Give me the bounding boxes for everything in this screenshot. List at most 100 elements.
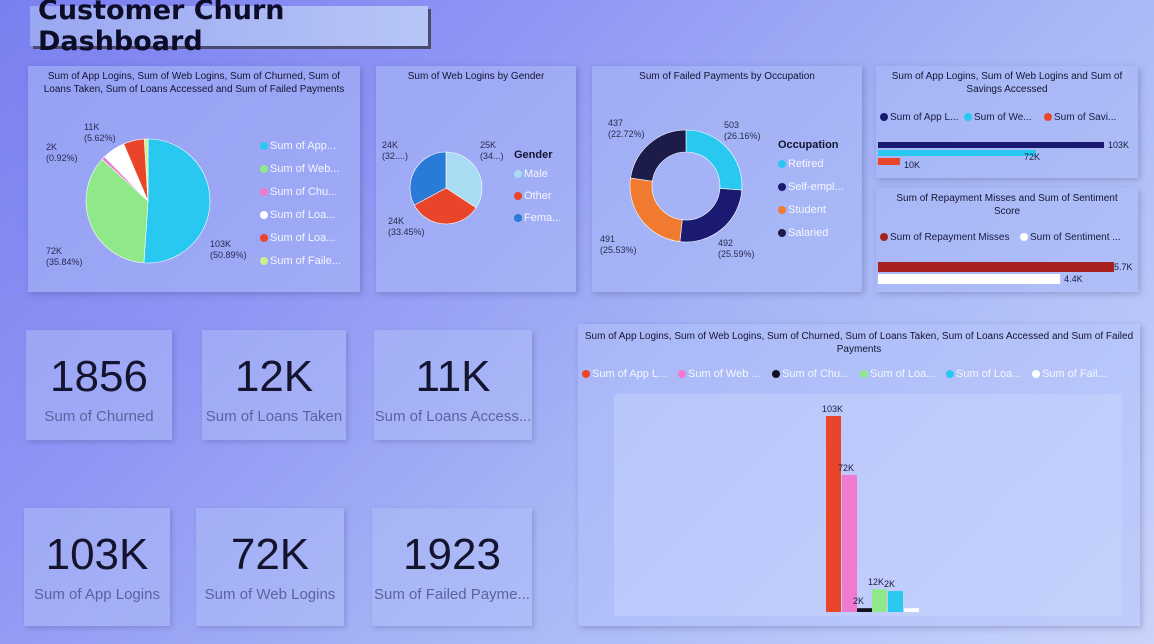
legend-label: Sum of App L...: [890, 112, 959, 123]
pie-label-loans-taken: 11K (5.62%): [84, 122, 116, 143]
kpi-value-churned: 1856: [50, 352, 148, 401]
legend-label: Sum of Chu...: [270, 186, 338, 198]
gender-pie-card[interactable]: Sum of Web Logins by Gender 24K (32....) …: [376, 66, 576, 292]
gender-label-male: 25K (34...): [480, 140, 504, 161]
savings-legend-item[interactable]: Sum of Savi...: [1044, 112, 1116, 123]
pie-label-app: 103K (50.89%): [210, 239, 247, 260]
gender-legend-item[interactable]: Male: [514, 168, 548, 180]
occupation-legend-title: Occupation: [778, 139, 839, 151]
pie-legend-item[interactable]: Sum of Chu...: [260, 186, 337, 198]
occ-label-self: 492 (25.59%): [718, 238, 755, 259]
kpi-value-loans-accessed: 11K: [415, 352, 491, 401]
repayment-card-title: Sum of Repayment Misses and Sum of Senti…: [896, 193, 1118, 217]
repayment-bar[interactable]: [878, 274, 1061, 284]
legend-dot: [880, 113, 888, 122]
legend-label: Retired: [788, 158, 824, 170]
kpi-card-churned[interactable]: 1856 Sum of Churned: [26, 330, 172, 440]
pie-chart[interactable]: [78, 136, 218, 266]
pie-legend-item[interactable]: Sum of Loa...: [260, 232, 335, 244]
savings-bar[interactable]: [878, 158, 900, 165]
kpi-card-loans-taken[interactable]: 12K Sum of Loans Taken: [202, 330, 346, 440]
legend-dot: [880, 233, 888, 242]
bar[interactable]: [826, 416, 841, 612]
repayment-bar-label: 5.7K: [1114, 262, 1133, 272]
legend-dot: [1044, 113, 1052, 122]
bar-data-label: 72K: [838, 463, 854, 473]
repayment-bar-card[interactable]: Sum of Repayment Misses and Sum of Senti…: [876, 188, 1138, 292]
bar-data-label: 2K: [853, 596, 864, 606]
legend-label: Salaried: [788, 227, 829, 239]
bar[interactable]: [904, 608, 919, 612]
occ-label-retired: 503 (26.16%): [724, 120, 761, 141]
legend-label: Sum of Savi...: [1054, 112, 1117, 123]
savings-bar-label: 10K: [904, 160, 920, 170]
occupation-card-title: Sum of Failed Payments by Occupation: [639, 71, 815, 82]
occ-label-student: 491 (25.53%): [600, 234, 637, 255]
pie-card-app-web[interactable]: Sum of App Logins, Sum of Web Logins, Su…: [28, 66, 360, 292]
legend-label: Sum of Loa...: [270, 209, 336, 221]
gender-legend-item[interactable]: Other: [514, 190, 552, 202]
savings-bar-label: 103K: [1108, 140, 1129, 150]
legend-label: Sum of We...: [974, 112, 1032, 123]
bar[interactable]: [888, 591, 903, 612]
savings-card-title: Sum of App Logins, Sum of Web Logins and…: [891, 71, 1123, 95]
occupation-legend-item[interactable]: Salaried: [778, 227, 828, 239]
occupation-legend-item[interactable]: Retired: [778, 158, 823, 170]
occupation-legend-item[interactable]: Self-empl...: [778, 181, 844, 193]
pie-legend-item[interactable]: Sum of Loa...: [260, 209, 335, 221]
slice-self-employed[interactable]: [679, 188, 743, 243]
legend-label: Sum of Loa...: [270, 232, 336, 244]
savings-legend-item[interactable]: Sum of We...: [964, 112, 1032, 123]
pie-legend-item[interactable]: Sum of Faile...: [260, 255, 341, 267]
legend-dot: [260, 165, 268, 174]
kpi-card-failed-payments[interactable]: 1923 Sum of Failed Payme...: [372, 508, 532, 626]
kpi-label-loans-accessed: Sum of Loans Access...: [374, 408, 532, 425]
slice-student[interactable]: [629, 177, 683, 242]
legend-dot: [964, 113, 972, 122]
occupation-donut-chart[interactable]: [628, 128, 744, 244]
bar[interactable]: [857, 608, 872, 612]
legend-label: Sum of App...: [270, 140, 337, 152]
legend-dot: [260, 257, 268, 266]
repayment-legend-item[interactable]: Sum of Repayment Misses: [880, 232, 1010, 243]
repayment-bar-chart[interactable]: 5.7K 4.4K: [876, 258, 1138, 288]
legend-dot: [260, 188, 268, 197]
kpi-label-app-logins: Sum of App Logins: [34, 586, 160, 603]
kpi-card-app-logins[interactable]: 103K Sum of App Logins: [24, 508, 170, 626]
repayment-legend-item[interactable]: Sum of Sentiment ...: [1020, 232, 1121, 243]
pie-legend-item[interactable]: Sum of App...: [260, 140, 336, 152]
occupation-legend-item[interactable]: Student: [778, 204, 826, 216]
legend-label: Sum of Sentiment ...: [1030, 232, 1121, 243]
legend-dot: [260, 211, 268, 220]
kpi-label-failed-payments: Sum of Failed Payme...: [374, 586, 530, 603]
occ-label-salaried: 437 (22.72%): [608, 118, 645, 139]
kpi-label-churned: Sum of Churned: [44, 408, 154, 425]
legend-dot: [514, 192, 522, 201]
repayment-bar[interactable]: [878, 262, 1114, 272]
bar[interactable]: [872, 589, 887, 612]
kpi-card-loans-accessed[interactable]: 11K Sum of Loans Access...: [374, 330, 532, 440]
legend-label: Male: [524, 168, 548, 180]
pie-legend-item[interactable]: Sum of Web...: [260, 163, 340, 175]
dashboard-title-box: Customer Churn Dashboard: [30, 0, 428, 57]
legend-label: Sum of Repayment Misses: [890, 232, 1010, 243]
bar-card-summary[interactable]: Sum of App Logins, Sum of Web Logins, Su…: [578, 324, 1140, 626]
kpi-card-web-logins[interactable]: 72K Sum of Web Logins: [196, 508, 344, 626]
legend-label: Student: [788, 204, 826, 216]
kpi-value-web-logins: 72K: [230, 530, 310, 579]
legend-label: Self-empl...: [788, 181, 844, 193]
legend-dot: [778, 206, 786, 215]
bar-chart[interactable]: 103K72K2K12K 2K: [578, 324, 1140, 626]
occupation-donut-card[interactable]: Sum of Failed Payments by Occupation 437…: [592, 66, 862, 292]
savings-bar-chart[interactable]: 103K 72K 10K: [876, 136, 1138, 172]
legend-dot: [260, 234, 268, 243]
slice-app-logins[interactable]: [143, 138, 211, 264]
savings-bar-label: 72K: [1024, 152, 1040, 162]
page-title: Customer Churn Dashboard: [38, 0, 285, 57]
savings-bar-card[interactable]: Sum of App Logins, Sum of Web Logins and…: [876, 66, 1138, 178]
savings-bar[interactable]: [878, 142, 1104, 148]
savings-legend-item[interactable]: Sum of App L...: [880, 112, 958, 123]
gender-legend-item[interactable]: Fema...: [514, 212, 561, 224]
bar[interactable]: [842, 474, 857, 612]
savings-bar[interactable]: [878, 150, 1036, 156]
